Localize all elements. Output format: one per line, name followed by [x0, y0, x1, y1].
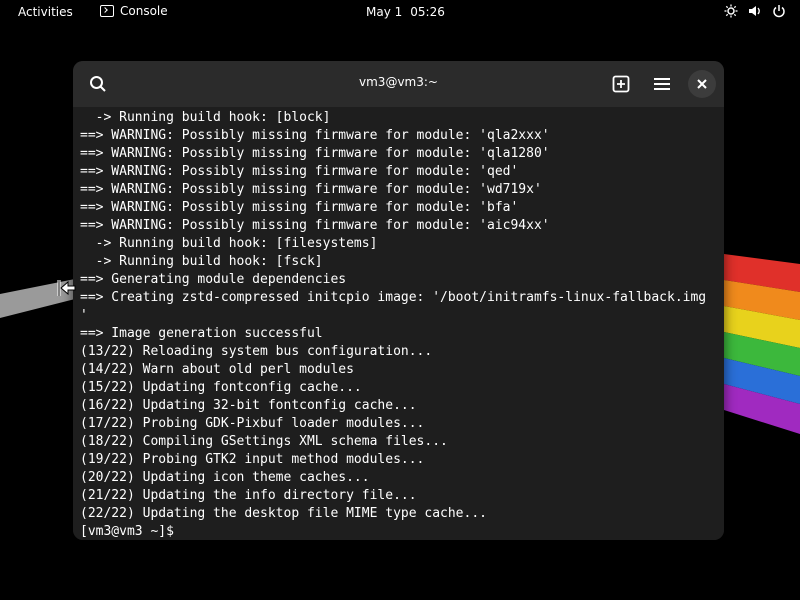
top-bar: Activities Console May 1 05:26	[0, 0, 800, 24]
activities-button[interactable]: Activities	[18, 5, 73, 19]
hamburger-menu-icon	[654, 78, 670, 90]
brightness-icon	[724, 4, 738, 18]
terminal-line: (19/22) Probing GTK2 input method module…	[80, 452, 425, 467]
terminal-window: vm3@vm3:~ -> Running build hook: [block]…	[73, 61, 724, 540]
terminal-line: -> Running build hook: [fsck]	[80, 254, 323, 269]
terminal-line: '	[80, 308, 88, 323]
main-menu-button[interactable]	[647, 69, 677, 99]
app-menu-button[interactable]: Console	[100, 4, 168, 18]
system-tray[interactable]	[724, 4, 786, 18]
terminal-line: (20/22) Updating icon theme caches...	[80, 470, 370, 485]
power-icon	[773, 5, 785, 18]
terminal-line: (17/22) Probing GDK-Pixbuf loader module…	[80, 416, 425, 431]
terminal-line: ==> WARNING: Possibly missing firmware f…	[80, 164, 519, 179]
console-icon	[100, 5, 114, 17]
terminal-output[interactable]: -> Running build hook: [block] ==> WARNIN…	[73, 107, 724, 540]
volume-icon	[749, 6, 760, 16]
terminal-line: ==> Generating module dependencies	[80, 272, 347, 287]
terminal-line: ==> WARNING: Possibly missing firmware f…	[80, 200, 519, 215]
clock-button[interactable]: May 1 05:26	[366, 5, 445, 19]
shell-prompt: [vm3@vm3 ~]$	[80, 524, 182, 539]
terminal-line: ==> Creating zstd-compressed initcpio im…	[80, 290, 707, 305]
terminal-line: ==> WARNING: Possibly missing firmware f…	[80, 218, 550, 233]
new-tab-button[interactable]	[606, 69, 636, 99]
terminal-line: ==> WARNING: Possibly missing firmware f…	[80, 146, 550, 161]
terminal-line: (22/22) Updating the desktop file MIME t…	[80, 506, 487, 521]
window-headerbar[interactable]: vm3@vm3:~	[73, 61, 724, 107]
close-icon	[697, 79, 707, 89]
terminal-line: ==> WARNING: Possibly missing firmware f…	[80, 128, 550, 143]
terminal-line: (15/22) Updating fontconfig cache...	[80, 380, 362, 395]
terminal-line: -> Running build hook: [filesystems]	[80, 236, 378, 251]
terminal-line: (18/22) Compiling GSettings XML schema f…	[80, 434, 448, 449]
resize-cursor-icon	[57, 280, 76, 296]
terminal-line: ==> WARNING: Possibly missing firmware f…	[80, 182, 542, 197]
clock-date: May 1	[366, 5, 403, 19]
terminal-line: (14/22) Warn about old perl modules	[80, 362, 354, 377]
app-name-label: Console	[120, 4, 168, 18]
new-tab-icon	[612, 75, 630, 93]
terminal-line: ==> Image generation successful	[80, 326, 323, 341]
clock-time: 05:26	[410, 5, 445, 19]
close-button[interactable]	[688, 70, 716, 98]
terminal-line: (13/22) Reloading system bus configurati…	[80, 344, 433, 359]
terminal-line: (21/22) Updating the info directory file…	[80, 488, 417, 503]
terminal-line: -> Running build hook: [block]	[80, 110, 331, 125]
terminal-line: (16/22) Updating 32-bit fontconfig cache…	[80, 398, 417, 413]
terminal-lines: -> Running build hook: [block] ==> WARNIN…	[80, 109, 706, 540]
